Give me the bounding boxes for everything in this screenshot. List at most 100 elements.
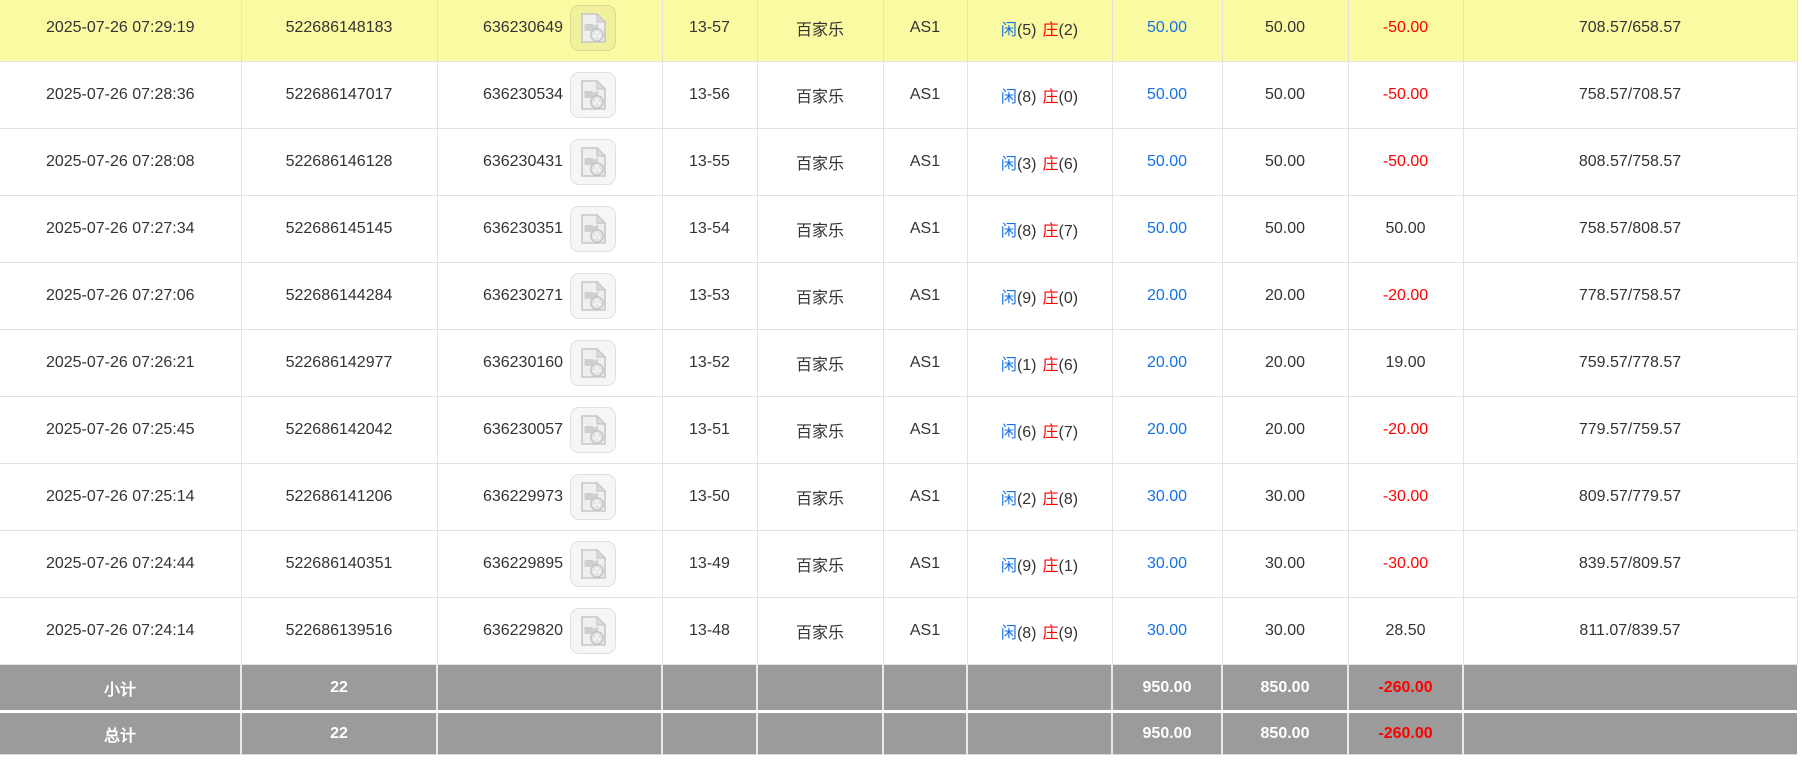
- game-result: 闲(9) 庄(0): [967, 262, 1113, 330]
- bet-time: 2025-07-26 07:24:44: [0, 530, 242, 598]
- bet-id: 522686142042: [241, 396, 438, 464]
- video-file-icon: [581, 12, 607, 43]
- game-id-cell: 636230649: [437, 0, 663, 62]
- table-name: AS1: [883, 195, 968, 263]
- video-replay-button[interactable]: [570, 474, 617, 520]
- table-row[interactable]: 2025-07-26 07:27:06 522686144284 6362302…: [0, 262, 1798, 330]
- win-loss: -20.00: [1348, 396, 1464, 464]
- player-points: (6): [1016, 424, 1037, 441]
- player-label: 闲: [1000, 89, 1017, 106]
- video-replay-button[interactable]: [570, 206, 617, 252]
- banker-label: 庄: [1042, 156, 1059, 173]
- video-replay-button[interactable]: [570, 541, 617, 587]
- player-label: 闲: [1000, 424, 1017, 441]
- game-result: 闲(8) 庄(7): [967, 195, 1113, 263]
- game-type: 百家乐: [757, 262, 884, 330]
- video-replay-button[interactable]: [570, 4, 617, 51]
- player-label: 闲: [1000, 625, 1017, 642]
- banker-label: 庄: [1042, 89, 1059, 106]
- round-number: 13-48: [662, 597, 758, 665]
- banker-label: 庄: [1042, 491, 1059, 508]
- game-result: 闲(9) 庄(1): [967, 530, 1113, 598]
- balance: 811.07/839.57: [1463, 597, 1798, 665]
- bet-amount: 50.00: [1112, 61, 1223, 129]
- valid-amount: 30.00: [1222, 597, 1349, 665]
- table-name: AS1: [883, 329, 968, 397]
- game-id-cell: 636230160: [437, 329, 663, 397]
- bet-amount: 30.00: [1112, 463, 1223, 531]
- bet-id: 522686142977: [241, 329, 438, 397]
- video-file-icon: [581, 548, 607, 579]
- video-replay-button[interactable]: [570, 407, 617, 453]
- table-name: AS1: [883, 262, 968, 330]
- video-file-icon: [581, 615, 607, 646]
- table-row[interactable]: 2025-07-26 07:28:36 522686147017 6362305…: [0, 61, 1798, 129]
- round-number: 13-49: [662, 530, 758, 598]
- valid-amount: 30.00: [1222, 463, 1349, 531]
- win-loss: 19.00: [1348, 329, 1464, 397]
- bet-id: 522686139516: [241, 597, 438, 665]
- player-label: 闲: [1000, 290, 1017, 307]
- video-file-icon: [581, 280, 607, 311]
- game-id: 636230431: [482, 153, 564, 170]
- table-name: AS1: [883, 597, 968, 665]
- subtotal-count: 22: [241, 664, 438, 712]
- bet-records-table: 2025-07-26 07:29:19 522686148183 6362306…: [0, 0, 1798, 755]
- game-id: 636229820: [482, 622, 564, 639]
- total-row: 总计 22 950.00 850.00 -260.00: [0, 710, 1797, 755]
- bet-time: 2025-07-26 07:25:14: [0, 463, 242, 531]
- banker-points: (0): [1058, 290, 1079, 307]
- player-label: 闲: [1000, 357, 1017, 374]
- balance: 808.57/758.57: [1463, 128, 1798, 196]
- table-row[interactable]: 2025-07-26 07:25:14 522686141206 6362299…: [0, 463, 1798, 531]
- table-row[interactable]: 2025-07-26 07:29:19 522686148183 6362306…: [0, 0, 1798, 62]
- player-label: 闲: [1000, 491, 1017, 508]
- table-row[interactable]: 2025-07-26 07:24:44 522686140351 6362298…: [0, 530, 1798, 598]
- table-row[interactable]: 2025-07-26 07:26:21 522686142977 6362301…: [0, 329, 1798, 397]
- video-replay-button[interactable]: [570, 72, 617, 118]
- subtotal-row: 小计 22 950.00 850.00 -260.00: [0, 664, 1797, 712]
- valid-amount: 20.00: [1222, 262, 1349, 330]
- game-id: 636230057: [482, 421, 564, 438]
- table-row[interactable]: 2025-07-26 07:28:08 522686146128 6362304…: [0, 128, 1798, 196]
- bet-time: 2025-07-26 07:28:36: [0, 61, 242, 129]
- game-type: 百家乐: [757, 396, 884, 464]
- bet-amount: 30.00: [1112, 597, 1223, 665]
- win-loss: -30.00: [1348, 530, 1464, 598]
- bet-time: 2025-07-26 07:28:08: [0, 128, 242, 196]
- game-id-cell: 636230057: [437, 396, 663, 464]
- bet-time: 2025-07-26 07:27:34: [0, 195, 242, 263]
- win-loss: -50.00: [1348, 0, 1464, 62]
- player-label: 闲: [1000, 558, 1017, 575]
- game-id: 636229973: [482, 488, 564, 505]
- balance: 809.57/779.57: [1463, 463, 1798, 531]
- bet-time: 2025-07-26 07:25:45: [0, 396, 242, 464]
- win-loss: 28.50: [1348, 597, 1464, 665]
- video-replay-button[interactable]: [570, 608, 617, 654]
- table-row[interactable]: 2025-07-26 07:27:34 522686145145 6362303…: [0, 195, 1798, 263]
- table-name: AS1: [883, 396, 968, 464]
- bet-time: 2025-07-26 07:26:21: [0, 329, 242, 397]
- banker-label: 庄: [1042, 424, 1059, 441]
- balance: 758.57/808.57: [1463, 195, 1798, 263]
- subtotal-bet: 950.00: [1112, 664, 1223, 712]
- video-replay-button[interactable]: [570, 139, 617, 185]
- table-name: AS1: [883, 530, 968, 598]
- banker-label: 庄: [1042, 558, 1059, 575]
- table-row[interactable]: 2025-07-26 07:25:45 522686142042 6362300…: [0, 396, 1798, 464]
- banker-label: 庄: [1042, 357, 1059, 374]
- balance: 758.57/708.57: [1463, 61, 1798, 129]
- round-number: 13-52: [662, 329, 758, 397]
- video-replay-button[interactable]: [570, 340, 617, 386]
- table-row[interactable]: 2025-07-26 07:24:14 522686139516 6362298…: [0, 597, 1798, 665]
- table-name: AS1: [883, 463, 968, 531]
- total-bet: 950.00: [1112, 710, 1223, 755]
- player-label: 闲: [1000, 156, 1017, 173]
- bet-amount: 20.00: [1112, 396, 1223, 464]
- total-win-loss: -260.00: [1348, 710, 1464, 755]
- video-replay-button[interactable]: [570, 273, 617, 319]
- game-result: 闲(8) 庄(0): [967, 61, 1113, 129]
- balance: 779.57/759.57: [1463, 396, 1798, 464]
- win-loss: 50.00: [1348, 195, 1464, 263]
- game-result: 闲(6) 庄(7): [967, 396, 1113, 464]
